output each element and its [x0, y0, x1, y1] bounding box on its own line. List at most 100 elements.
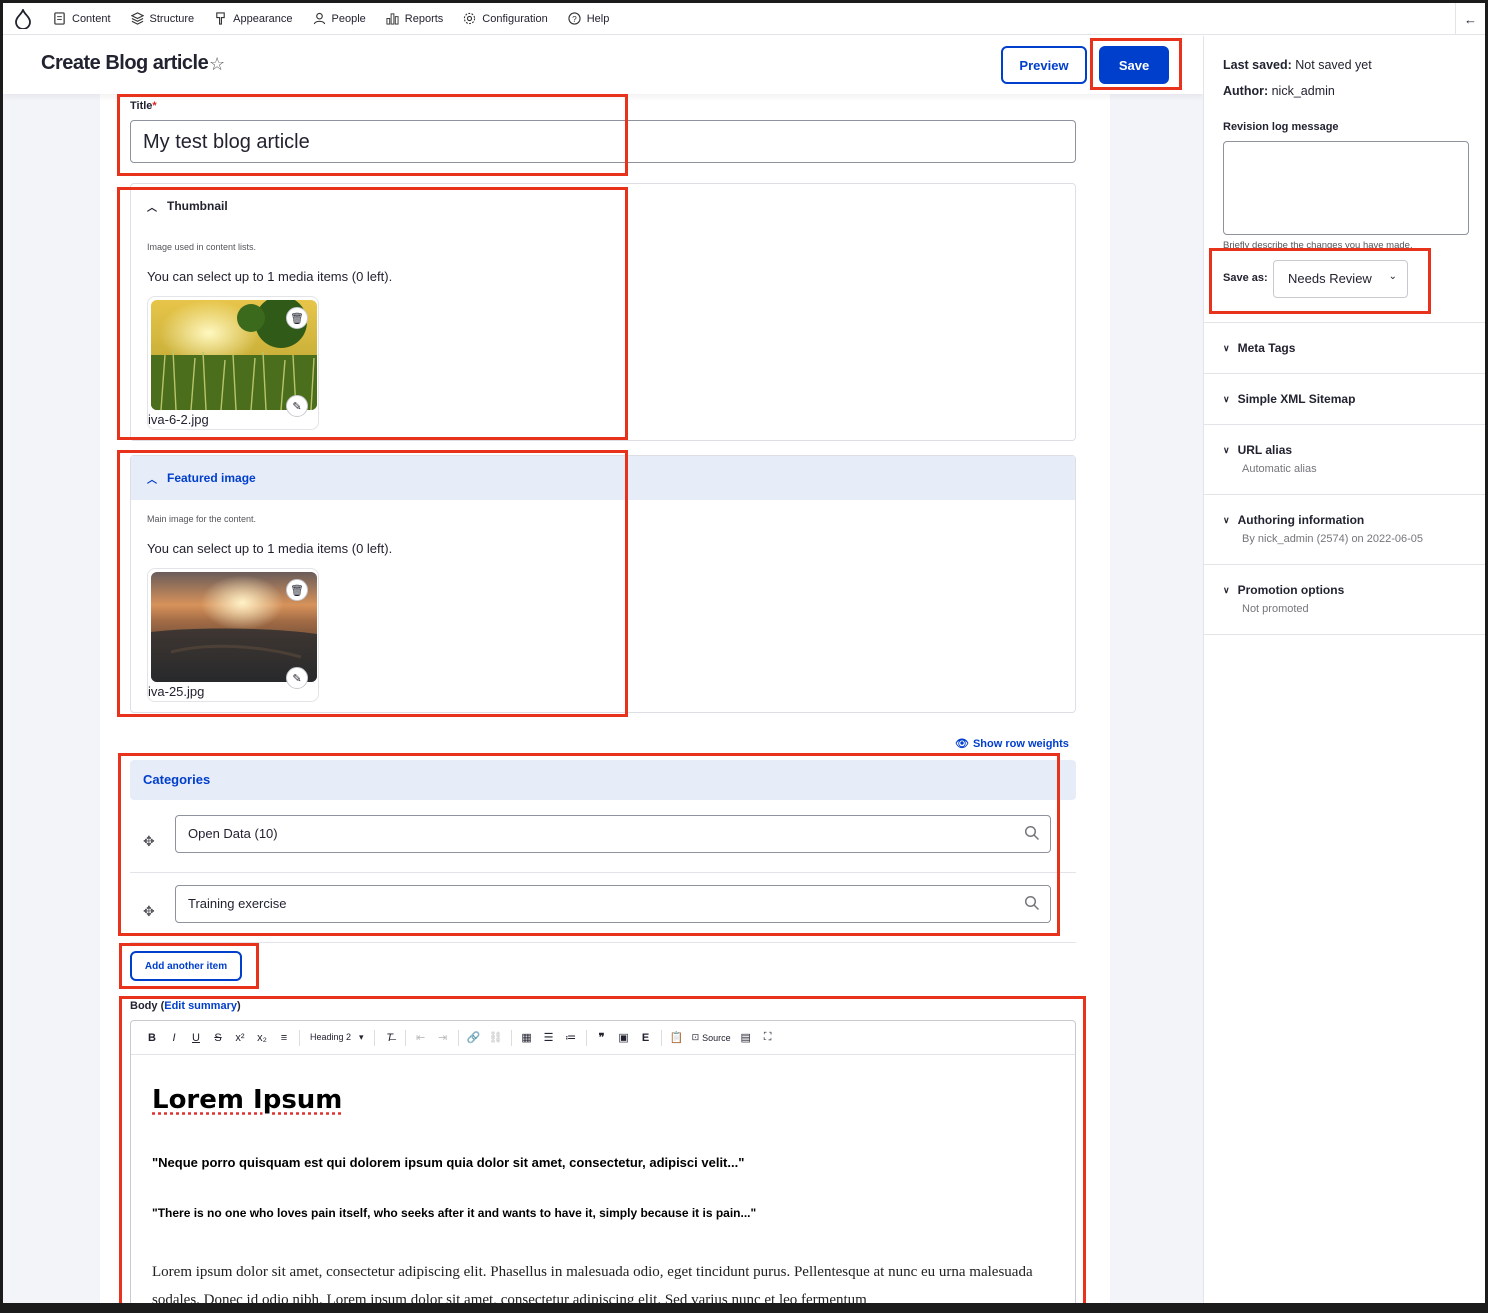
preview-button[interactable]: Preview: [1001, 46, 1087, 84]
toolbar-separator: [404, 1029, 406, 1046]
thumbnail-file-name: iva-6-2.jpg: [148, 412, 209, 427]
save-as-select[interactable]: Needs Review ⌄: [1273, 260, 1408, 298]
drupal-logo-icon[interactable]: [3, 8, 43, 29]
show-row-weights-link[interactable]: 👁 Show row weights: [955, 737, 1069, 751]
save-button[interactable]: Save: [1099, 46, 1169, 84]
add-another-item-button[interactable]: Add another item: [130, 951, 242, 981]
featured-media-item[interactable]: 🗑 ✎ iva-25.jpg: [147, 568, 319, 702]
search-icon: [1024, 895, 1040, 911]
required-mark: *: [152, 100, 157, 112]
toolbar-content[interactable]: Content: [43, 3, 121, 35]
chevron-up-icon: ︿: [147, 474, 157, 486]
toolbar-content-label: Content: [72, 12, 111, 25]
last-saved-label: Last saved:: [1223, 58, 1292, 72]
numbered-list-icon[interactable]: ≔: [560, 1031, 582, 1044]
category-input[interactable]: Training exercise: [175, 885, 1051, 923]
toolbar-appearance-label: Appearance: [233, 12, 293, 25]
thumbnail-legend: Thumbnail: [167, 199, 228, 213]
source-button[interactable]: ⊡ Source: [688, 1032, 735, 1043]
unlink-icon[interactable]: ⛓: [485, 1031, 507, 1044]
body-heading: Lorem Ipsum: [152, 1085, 343, 1115]
remove-format-icon[interactable]: T̶: [379, 1032, 401, 1044]
accordion-authoring-information[interactable]: ∨ Authoring information By nick_admin (25…: [1223, 513, 1423, 545]
trash-icon[interactable]: 🗑: [286, 579, 308, 601]
accordion-title: URL alias: [1237, 443, 1293, 457]
admin-toolbar: Content Structure Appearance People Repo…: [3, 3, 1485, 35]
bulleted-list-icon[interactable]: ☰: [538, 1031, 560, 1044]
toolbar-separator: [457, 1029, 459, 1046]
search-icon: [1024, 825, 1040, 841]
collapse-arrow-icon[interactable]: ←: [1455, 3, 1485, 35]
edit-summary-link[interactable]: Edit summary: [164, 1000, 237, 1012]
toolbar-reports-label: Reports: [404, 12, 444, 25]
author: Author: nick_admin: [1223, 84, 1335, 98]
toolbar-separator: [510, 1029, 512, 1046]
outdent-icon[interactable]: ⇤: [410, 1031, 432, 1044]
drag-handle-icon[interactable]: ✥: [143, 903, 155, 920]
trash-icon[interactable]: 🗑: [286, 307, 308, 329]
editor-content[interactable]: Lorem Ipsum "Neque porro quisquam est qu…: [131, 1055, 1075, 1303]
show-blocks-icon[interactable]: ▤: [735, 1031, 757, 1044]
toolbar-people-label: People: [331, 12, 366, 25]
embed-icon[interactable]: E: [635, 1032, 657, 1044]
indent-icon[interactable]: ⇥: [432, 1031, 454, 1044]
underline-icon[interactable]: U: [185, 1032, 207, 1044]
toolbar-help[interactable]: ? Help: [558, 3, 620, 35]
thumbnail-limit-text: You can select up to 1 media items (0 le…: [147, 269, 393, 284]
show-row-weights-label: Show row weights: [972, 737, 1069, 750]
subscript-icon[interactable]: x₂: [251, 1032, 273, 1044]
revision-log-textarea[interactable]: [1223, 141, 1469, 235]
thumbnail-summary[interactable]: ︿ Thumbnail: [131, 184, 1075, 228]
toolbar-separator: [585, 1029, 587, 1046]
svg-text:?: ?: [572, 14, 577, 24]
pencil-icon[interactable]: ✎: [286, 395, 308, 417]
sidebar-divider: [1204, 424, 1485, 425]
featured-image-summary[interactable]: ︿ Featured image: [131, 456, 1075, 500]
heading-select[interactable]: Heading 2 ▾: [304, 1032, 370, 1043]
accordion-summary: Automatic alias: [1242, 463, 1317, 475]
italic-icon[interactable]: I: [163, 1032, 185, 1044]
person-icon: [313, 12, 325, 25]
body-quote-2: "There is no one who loves pain itself, …: [152, 1206, 757, 1220]
featured-file-name: iva-25.jpg: [148, 684, 205, 699]
featured-image-limit-text: You can select up to 1 media items (0 le…: [147, 541, 393, 556]
strikethrough-icon[interactable]: S: [207, 1032, 229, 1044]
thumbnail-fieldset: ︿ Thumbnail Image used in content lists.…: [130, 183, 1076, 441]
body-paragraph: Lorem ipsum dolor sit amet, consectetur …: [152, 1264, 1033, 1303]
toolbar-configuration[interactable]: Configuration: [453, 3, 557, 35]
last-saved-value: Not saved yet: [1295, 58, 1372, 72]
paste-icon[interactable]: 📋: [666, 1031, 688, 1044]
toolbar-people[interactable]: People: [303, 3, 376, 35]
blockquote-icon[interactable]: ❞: [591, 1031, 613, 1044]
accordion-simple-xml-sitemap[interactable]: ∨ Simple XML Sitemap: [1223, 392, 1355, 406]
title-input[interactable]: My test blog article: [130, 120, 1076, 163]
superscript-icon[interactable]: x²: [229, 1032, 251, 1044]
drag-handle-icon[interactable]: ✥: [143, 833, 155, 850]
heading-select-value: Heading 2: [310, 1032, 352, 1042]
toolbar-reports[interactable]: Reports: [376, 3, 454, 35]
revision-log-label: Revision log message: [1223, 121, 1339, 133]
star-icon[interactable]: ☆: [209, 54, 225, 75]
chevron-up-icon: ︿: [147, 202, 157, 214]
app-frame: Content Structure Appearance People Repo…: [3, 3, 1485, 1303]
image-icon[interactable]: ▣: [613, 1031, 635, 1044]
last-saved: Last saved: Not saved yet: [1223, 58, 1372, 72]
toolbar-separator: [373, 1029, 375, 1046]
fullscreen-icon[interactable]: ⛶: [757, 1031, 779, 1044]
link-icon[interactable]: 🔗: [463, 1031, 485, 1044]
bold-icon[interactable]: B: [141, 1032, 163, 1044]
pencil-icon[interactable]: ✎: [286, 667, 308, 689]
table-icon[interactable]: ▦: [516, 1031, 538, 1044]
toolbar-appearance[interactable]: Appearance: [204, 3, 302, 35]
thumbnail-media-item[interactable]: 🗑 ✎ iva-6-2.jpg: [147, 296, 319, 430]
toolbar-structure[interactable]: Structure: [121, 3, 205, 35]
accordion-promotion-options[interactable]: ∨ Promotion options Not promoted: [1223, 583, 1344, 615]
accordion-url-alias[interactable]: ∨ URL alias Automatic alias: [1223, 443, 1317, 475]
horizontal-line-icon[interactable]: ≡: [273, 1032, 295, 1044]
category-input[interactable]: Open Data (10): [175, 815, 1051, 853]
body-quote-1: "Neque porro quisquam est qui dolorem ip…: [152, 1155, 745, 1170]
toolbar-help-label: Help: [586, 12, 610, 25]
chevron-down-icon: ∨: [1223, 584, 1230, 595]
accordion-meta-tags[interactable]: ∨ Meta Tags: [1223, 341, 1295, 355]
featured-image-fieldset: ︿ Featured image Main image for the cont…: [130, 455, 1076, 713]
